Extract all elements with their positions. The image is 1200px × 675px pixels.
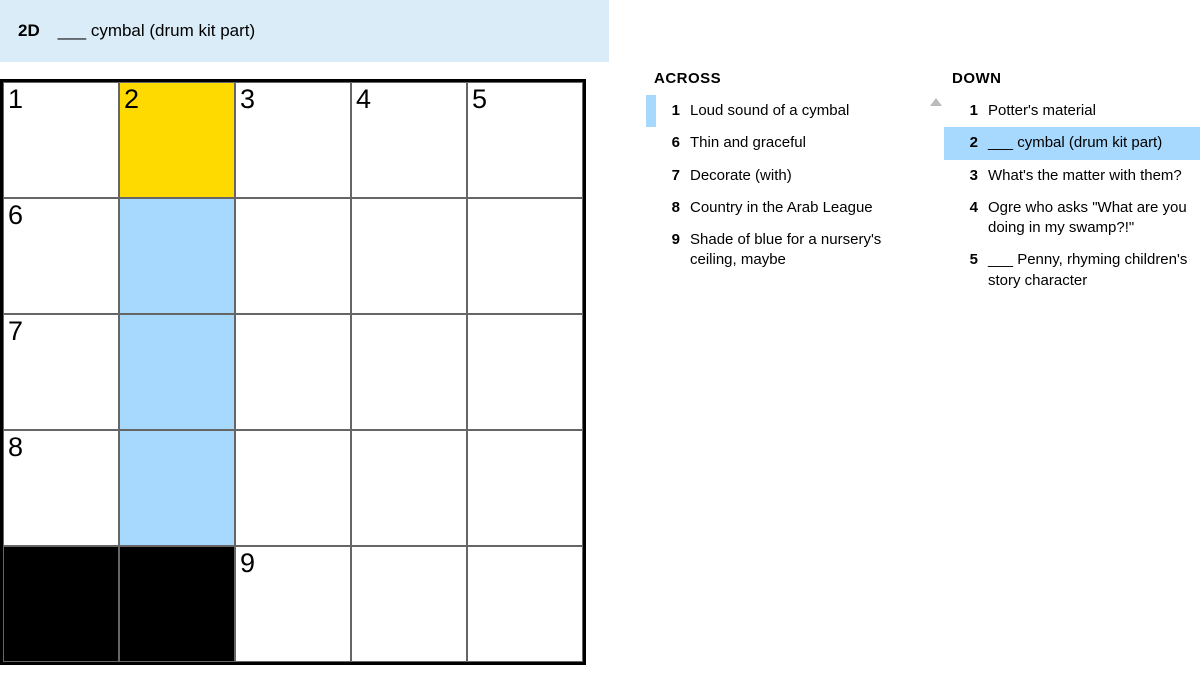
grid-cell[interactable]: 5 bbox=[467, 82, 583, 198]
clue-number: 9 bbox=[656, 230, 680, 271]
grid-cell[interactable] bbox=[119, 198, 235, 314]
clue-number: 6 bbox=[656, 133, 680, 153]
cell-number: 3 bbox=[240, 84, 255, 115]
down-list: 1 Potter's material 2 ___ cymbal (drum kit … bbox=[944, 95, 1200, 297]
cell-number: 5 bbox=[472, 84, 487, 115]
current-clue-text: ___ cymbal (drum kit part) bbox=[58, 21, 255, 41]
grid-cell[interactable] bbox=[467, 198, 583, 314]
clue-number: 2 bbox=[954, 133, 978, 153]
grid-cell[interactable]: 4 bbox=[351, 82, 467, 198]
clue-item[interactable]: 7 Decorate (with) bbox=[646, 160, 916, 192]
cell-number: 9 bbox=[240, 548, 255, 579]
clue-text: ___ cymbal (drum kit part) bbox=[988, 133, 1200, 153]
clue-text: Loud sound of a cymbal bbox=[690, 101, 910, 121]
clue-item[interactable]: 1 Loud sound of a cymbal bbox=[646, 95, 916, 127]
clue-item[interactable]: 9Shade of blue for a nursery's ceiling, … bbox=[646, 224, 916, 277]
grid-cell[interactable]: 9 bbox=[235, 546, 351, 662]
clue-text: Decorate (with) bbox=[690, 166, 910, 186]
grid-cell[interactable] bbox=[351, 430, 467, 546]
down-heading: DOWN bbox=[944, 70, 1200, 87]
cell-number: 8 bbox=[8, 432, 23, 463]
grid-cell[interactable] bbox=[467, 430, 583, 546]
grid-cell[interactable] bbox=[235, 198, 351, 314]
clue-number: 1 bbox=[656, 101, 680, 121]
grid-cell bbox=[119, 546, 235, 662]
clue-text: Shade of blue for a nursery's ceiling, m… bbox=[690, 230, 910, 271]
clue-text: What's the matter with them? bbox=[988, 166, 1200, 186]
cell-number: 6 bbox=[8, 200, 23, 231]
grid-cell[interactable] bbox=[467, 314, 583, 430]
clue-item[interactable]: 1 Potter's material bbox=[944, 95, 1200, 127]
grid-cell[interactable]: 8 bbox=[3, 430, 119, 546]
cell-number: 4 bbox=[356, 84, 371, 115]
current-clue-id: 2D bbox=[18, 21, 40, 41]
clue-item[interactable]: 3 What's the matter with them? bbox=[944, 160, 1200, 192]
clue-item[interactable]: 6 Thin and graceful bbox=[646, 127, 916, 159]
grid-cell[interactable] bbox=[351, 546, 467, 662]
grid-cell[interactable]: 7 bbox=[3, 314, 119, 430]
grid-cell[interactable] bbox=[119, 314, 235, 430]
cell-number: 7 bbox=[8, 316, 23, 347]
clue-number: 1 bbox=[954, 101, 978, 121]
clue-item[interactable]: 8 Country in the Arab League bbox=[646, 192, 916, 224]
current-clue-bar: 2D ___ cymbal (drum kit part) bbox=[0, 0, 609, 62]
clue-number: 7 bbox=[656, 166, 680, 186]
clue-number: 5 bbox=[954, 250, 978, 291]
clue-text: Country in the Arab League bbox=[690, 198, 910, 218]
cell-number: 1 bbox=[8, 84, 23, 115]
clue-text: Thin and graceful bbox=[690, 133, 910, 153]
grid-cell bbox=[3, 546, 119, 662]
cell-number: 2 bbox=[124, 84, 139, 115]
grid-cell[interactable] bbox=[235, 430, 351, 546]
scroll-up-icon[interactable] bbox=[930, 98, 942, 106]
grid-cell[interactable] bbox=[351, 314, 467, 430]
grid-cell[interactable]: 3 bbox=[235, 82, 351, 198]
grid-cell[interactable] bbox=[235, 314, 351, 430]
clue-number: 3 bbox=[954, 166, 978, 186]
down-column: DOWN 1 Potter's material 2 ___ cymbal (drum… bbox=[944, 70, 1200, 665]
clue-number: 4 bbox=[954, 198, 978, 239]
across-list: 1 Loud sound of a cymbal 6 Thin and gracefu… bbox=[646, 95, 916, 277]
grid-cell[interactable]: 1 bbox=[3, 82, 119, 198]
grid-cell[interactable] bbox=[467, 546, 583, 662]
clue-item[interactable]: 5___ Penny, rhyming children's story cha… bbox=[944, 244, 1200, 297]
clue-text: Ogre who asks "What are you doing in my … bbox=[988, 198, 1200, 239]
clue-item[interactable]: 4Ogre who asks "What are you doing in my… bbox=[944, 192, 1200, 245]
crossword-grid: 1 2 3 4 5 6 7 8 9 bbox=[0, 79, 586, 665]
clue-text: Potter's material bbox=[988, 101, 1200, 121]
across-column: ACROSS 1 Loud sound of a cymbal 6 Thin and … bbox=[646, 70, 916, 665]
grid-cell[interactable]: 6 bbox=[3, 198, 119, 314]
clue-number: 8 bbox=[656, 198, 680, 218]
clue-item[interactable]: 2 ___ cymbal (drum kit part) bbox=[944, 127, 1200, 159]
grid-cell[interactable] bbox=[351, 198, 467, 314]
clue-text: ___ Penny, rhyming children's story char… bbox=[988, 250, 1200, 291]
clue-lists: ACROSS 1 Loud sound of a cymbal 6 Thin and … bbox=[586, 62, 1200, 665]
grid-cell[interactable]: 2 bbox=[119, 82, 235, 198]
across-heading: ACROSS bbox=[646, 70, 916, 87]
grid-cell[interactable] bbox=[119, 430, 235, 546]
